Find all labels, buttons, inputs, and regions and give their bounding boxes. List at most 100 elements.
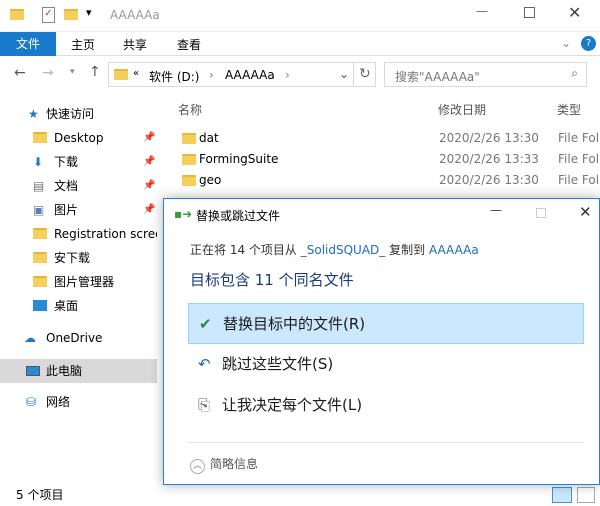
address-bar[interactable]: « 软件 (D:) › AAAAAa › ⌄ ↻ [108, 62, 376, 87]
folder-icon [182, 133, 196, 144]
sidebar-item-label: 图片管理器 [54, 275, 115, 289]
sidebar-item-network[interactable]: ⛁ 网络 [0, 391, 157, 413]
sidebar-item-label: Registration scree [54, 227, 157, 241]
replace-files-option[interactable]: ✔ 替换目标中的文件(R) [188, 303, 584, 344]
dialog-headline: 目标包含 11 个同名文件 [190, 271, 354, 289]
sidebar-item-pictures[interactable]: ▣ 图片 📌 [0, 199, 157, 221]
option-label: 替换目标中的文件(R) [223, 315, 366, 333]
pin-icon: 📌 [143, 132, 156, 143]
maximize-button[interactable] [524, 7, 535, 18]
recent-locations-icon[interactable]: ▾ [70, 67, 75, 77]
file-type: File Fol [558, 131, 600, 145]
breadcrumb-drive[interactable]: 软件 (D:) [149, 68, 199, 85]
sidebar-item-anxiazai[interactable]: 安下载 [0, 247, 157, 269]
sidebar-item-label: Desktop [54, 131, 104, 145]
file-name: dat [199, 131, 219, 145]
folder-icon [182, 175, 196, 186]
option-label: 跳过这些文件(S) [222, 355, 334, 373]
option-label: 让我决定每个文件(L) [222, 396, 363, 414]
sidebar-item-desktop[interactable]: Desktop 📌 [0, 127, 157, 149]
window-title: AAAAAa [110, 8, 160, 22]
file-row[interactable]: FormingSuite 2020/2/26 13:33 File Fol [180, 149, 600, 169]
minimize-button[interactable]: — [490, 203, 502, 217]
address-dropdown-icon[interactable]: ⌄ [339, 67, 349, 81]
sidebar-item-onedrive[interactable]: ☁ OneDrive [0, 327, 157, 349]
sidebar-item-desktop-cn[interactable]: 桌面 [0, 295, 157, 317]
close-button[interactable]: ✕ [579, 203, 592, 221]
checkmark-icon: ✔ [199, 315, 212, 333]
large-icons-view-button[interactable] [577, 487, 595, 503]
computer-icon [26, 366, 40, 376]
file-name: geo [199, 173, 222, 187]
divider [188, 442, 584, 443]
sidebar-item-quick-access[interactable]: ★ 快速访问 [0, 103, 157, 125]
skip-arrow-icon: ↶ [198, 355, 211, 373]
folder-icon [10, 9, 24, 20]
search-placeholder: 搜索"AAAAAa" [395, 70, 480, 84]
document-icon: ▤ [33, 179, 45, 193]
sidebar-item-label: 文档 [54, 179, 79, 193]
overflow-chevron[interactable]: « [133, 68, 139, 79]
sidebar-item-registration[interactable]: Registration scree [0, 223, 157, 245]
folder-icon [33, 252, 47, 263]
pin-icon: 📌 [143, 204, 156, 215]
sidebar-item-label: 下载 [54, 155, 79, 169]
tab-file[interactable]: 文件 [0, 32, 56, 56]
sidebar-item-label: OneDrive [46, 331, 103, 345]
source-link[interactable]: _SolidSQUAD_ [301, 243, 386, 257]
sidebar-item-label: 安下载 [54, 251, 91, 265]
back-button[interactable]: ← [14, 65, 26, 81]
help-icon[interactable]: ? [581, 36, 596, 51]
column-header-date[interactable]: 修改日期 [438, 101, 486, 118]
new-folder-icon[interactable] [64, 9, 78, 20]
status-text: 复制到 [389, 243, 426, 257]
destination-link[interactable]: AAAAAa [429, 243, 479, 257]
decide-each-option[interactable]: ⎘ 让我决定每个文件(L) [188, 385, 584, 426]
breadcrumb-folder[interactable]: AAAAAa [225, 68, 275, 82]
ribbon-tabs: 文件 主页 共享 查看 ⌄ ? [0, 32, 600, 56]
file-date: 2020/2/26 13:33 [439, 152, 539, 166]
folder-icon [33, 228, 47, 239]
network-icon: ⛁ [26, 395, 37, 409]
sidebar-item-picture-manager[interactable]: 图片管理器 [0, 271, 157, 293]
close-button[interactable]: ✕ [568, 3, 581, 22]
divider [353, 62, 354, 87]
cloud-icon: ☁ [24, 331, 36, 345]
copy-status: 正在将 14 个项目从 _SolidSQUAD_ 复制到 AAAAAa [190, 241, 479, 258]
forward-button[interactable]: → [42, 65, 54, 81]
up-button[interactable]: ↑ [89, 64, 101, 80]
sidebar-item-label: 快速访问 [46, 107, 95, 121]
download-icon: ⬇ [33, 155, 44, 169]
sidebar-item-downloads[interactable]: ⬇ 下载 📌 [0, 151, 157, 173]
file-type: File Fol [558, 173, 600, 187]
search-input[interactable]: 搜索"AAAAAa" ⌕ [384, 62, 587, 87]
properties-icon[interactable]: ✓ [42, 7, 55, 23]
column-header-name[interactable]: 名称 [178, 101, 202, 118]
breadcrumb-separator-icon: › [285, 68, 290, 82]
pin-icon: 📌 [143, 180, 156, 191]
star-icon: ★ [28, 107, 39, 121]
column-header-type[interactable]: 类型 [557, 101, 581, 118]
details-view-button[interactable] [552, 487, 572, 503]
tab-home[interactable]: 主页 [71, 36, 95, 53]
tab-view[interactable]: 查看 [177, 36, 201, 53]
skip-files-option[interactable]: ↶ 跳过这些文件(S) [188, 344, 584, 385]
search-icon: ⌕ [571, 66, 578, 80]
picture-icon: ▣ [33, 203, 45, 217]
sidebar-item-label: 网络 [46, 395, 71, 409]
refresh-icon[interactable]: ↻ [359, 66, 371, 82]
file-row[interactable]: dat 2020/2/26 13:30 File Fol [180, 128, 600, 148]
folder-icon [33, 276, 47, 287]
copy-icon: ▪➜ [174, 207, 193, 221]
sidebar-item-documents[interactable]: ▤ 文档 📌 [0, 175, 157, 197]
expand-ribbon-icon[interactable]: ⌄ [561, 36, 571, 50]
minimize-button[interactable]: — [476, 4, 488, 18]
replace-or-skip-dialog: ▪➜ 替换或跳过文件 — ✕ 正在将 14 个项目从 _SolidSQUAD_ … [163, 198, 600, 485]
dialog-title: 替换或跳过文件 [196, 209, 281, 223]
customize-toolbar-icon[interactable]: ▾ [86, 6, 92, 19]
file-row[interactable]: geo 2020/2/26 13:30 File Fol [180, 170, 600, 190]
sidebar-item-this-pc[interactable]: 此电脑 [0, 359, 157, 383]
fewer-details-toggle[interactable]: ︿ 简略信息 [190, 455, 258, 474]
tab-share[interactable]: 共享 [123, 36, 147, 53]
status-text: 正在将 14 个项目从 [190, 243, 297, 257]
